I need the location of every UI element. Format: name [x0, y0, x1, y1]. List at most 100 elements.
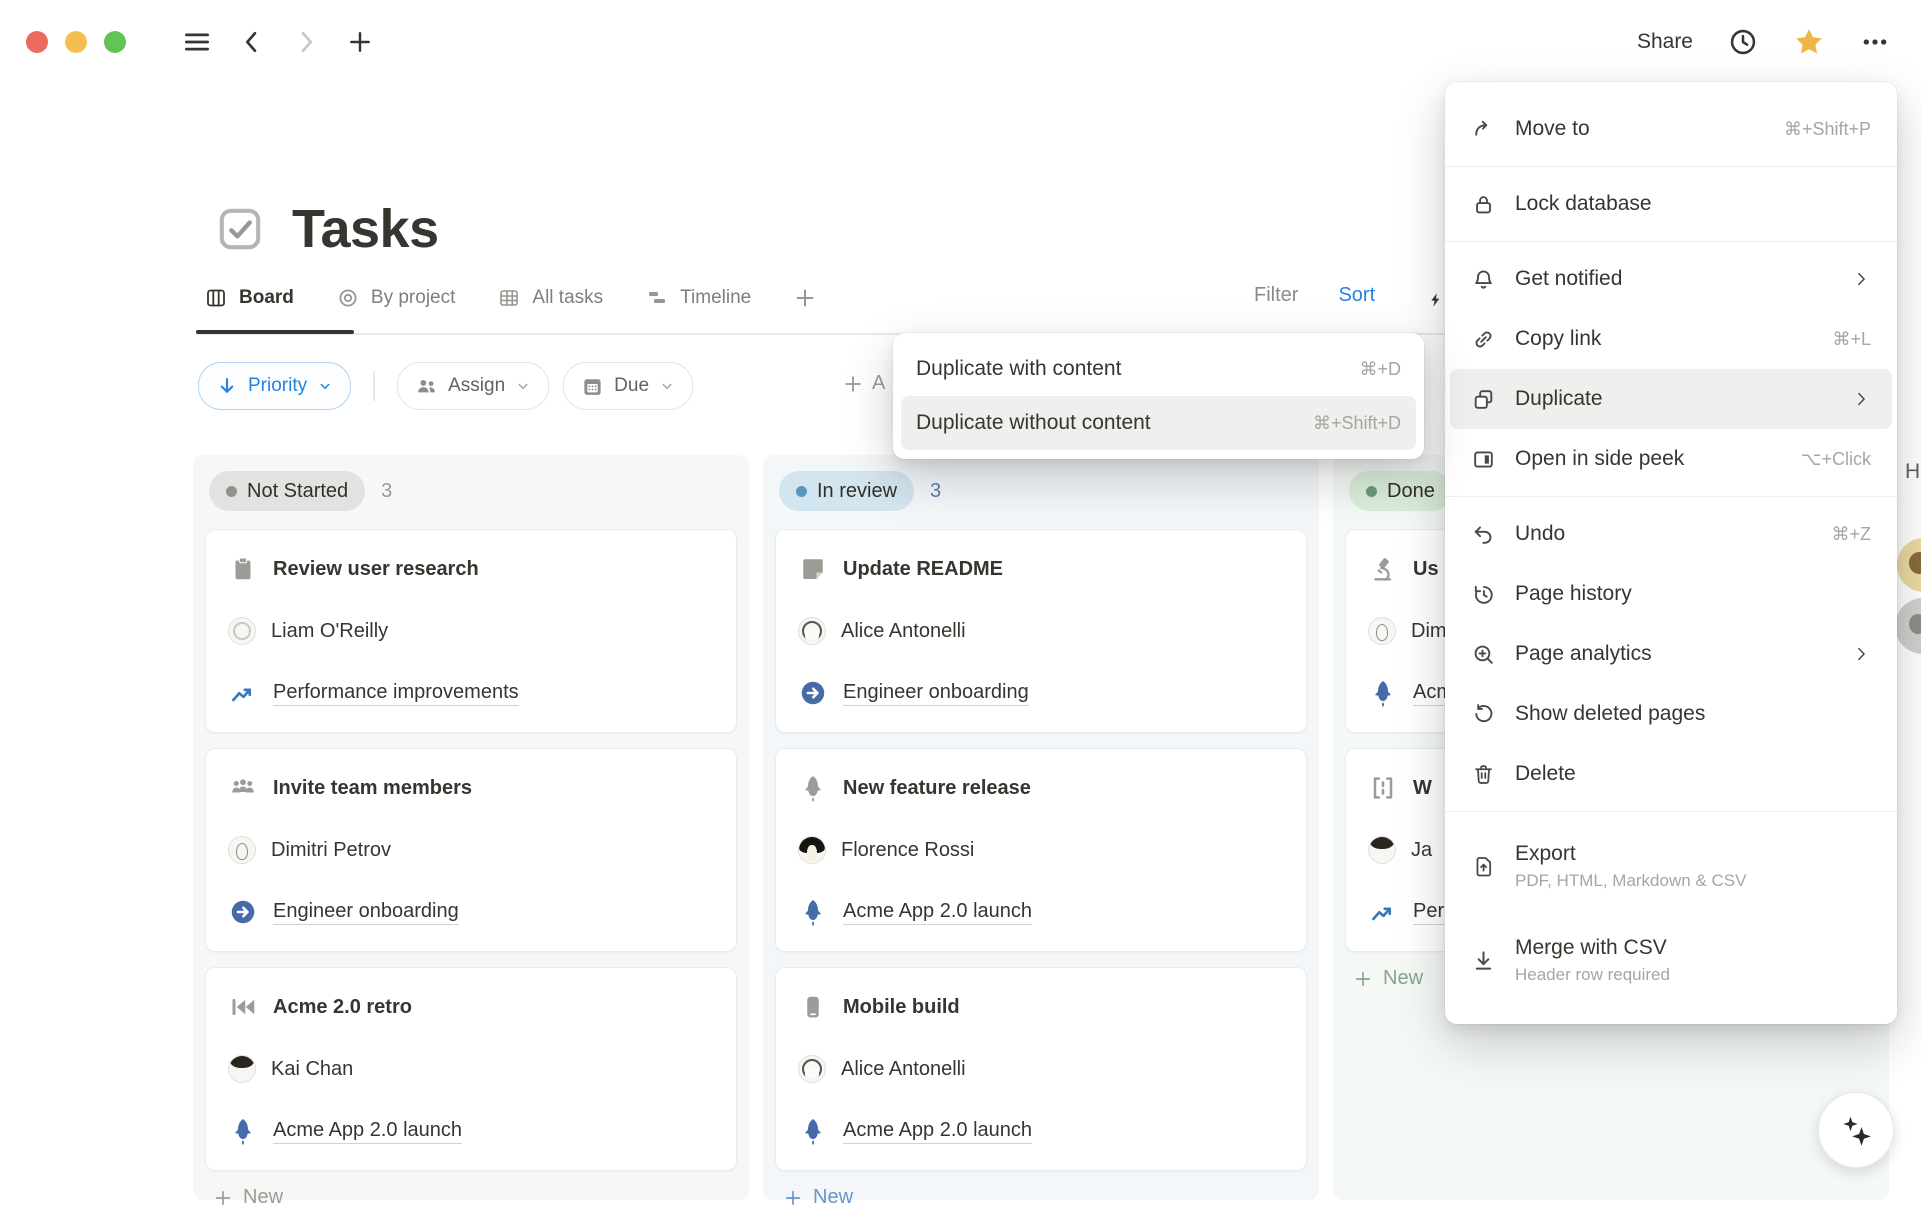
tab-all-tasks[interactable]: All tasks — [497, 286, 603, 310]
menu-item-text: Page history — [1515, 582, 1632, 606]
menu-item-page-history[interactable]: Page history — [1450, 564, 1892, 624]
new-tab-icon[interactable] — [346, 28, 374, 56]
menu-item-duplicate[interactable]: Duplicate — [1450, 369, 1892, 429]
card-link-row[interactable]: Engineer onboarding — [798, 678, 1284, 708]
menu-item-copy-link[interactable]: Copy link ⌘+L — [1450, 309, 1892, 369]
filter-button[interactable]: Filter — [1254, 284, 1298, 307]
add-filter-button[interactable]: A — [842, 372, 885, 395]
chip-due[interactable]: Due — [563, 362, 693, 410]
shortcut: ⌥+Click — [1801, 449, 1871, 470]
forward-icon[interactable] — [292, 28, 320, 56]
tab-by-project[interactable]: By project — [336, 286, 455, 310]
merge-icon — [1471, 948, 1496, 973]
new-card-button[interactable]: New — [783, 1186, 1307, 1209]
menu-item-merge-with-csv[interactable]: Merge with CSVHeader row required — [1450, 913, 1892, 1007]
calendar-icon — [580, 374, 605, 399]
database-context-menu: Move to⌘+Shift+P Lock database Get notifie… — [1445, 82, 1897, 1024]
more-options-icon[interactable] — [1859, 26, 1891, 58]
back-icon[interactable] — [238, 28, 266, 56]
avatar — [798, 1055, 826, 1083]
menu-item-text: Duplicate — [1515, 387, 1603, 411]
board-card[interactable]: Acme 2.0 retro Kai Chan Acme App 2.0 launc… — [205, 967, 737, 1171]
phone-icon — [798, 992, 828, 1022]
board-card[interactable]: Review user researchLiam O'ReillyPerform… — [205, 529, 737, 733]
minimize-window-button[interactable] — [65, 31, 87, 53]
toolbar-partial-icon[interactable] — [1428, 288, 1444, 312]
menu-item-right — [1851, 644, 1871, 664]
window-topbar: Share — [0, 12, 1921, 72]
menu-item-text: Open in side peek — [1515, 447, 1684, 471]
chevron-down-icon — [316, 377, 334, 395]
card-link-row[interactable]: Acme App 2.0 launch — [228, 1116, 714, 1146]
column-status-pill[interactable]: Not Started — [209, 471, 365, 511]
card-title-row: Review user research — [228, 554, 714, 584]
tab-timeline[interactable]: Timeline — [645, 286, 751, 310]
menu-section: Undo⌘+Z Page history Page analytics Show de… — [1445, 496, 1897, 811]
linked-page: Acme App 2.0 launch — [273, 1119, 462, 1144]
card-title-row: Acme 2.0 retro — [228, 992, 714, 1022]
column-status-pill[interactable]: In review — [779, 471, 914, 511]
linked-page: Per — [1413, 900, 1444, 925]
column-name: Done — [1387, 480, 1435, 503]
new-card-button[interactable]: New — [213, 1186, 737, 1209]
menu-item-open-in-side-peek[interactable]: Open in side peek ⌥+Click — [1450, 429, 1892, 489]
plus-icon — [793, 286, 817, 310]
menu-item-right — [1851, 389, 1871, 409]
linked-page: Performance improvements — [273, 681, 519, 706]
favorite-star-icon[interactable] — [1793, 26, 1825, 58]
menu-item-right: ⌘+L — [1832, 329, 1871, 350]
menu-item-get-notified[interactable]: Get notified — [1450, 249, 1892, 309]
chevron-right-icon — [1851, 269, 1871, 289]
menu-item-undo[interactable]: Undo⌘+Z — [1450, 504, 1892, 564]
chip-priority[interactable]: Priority — [198, 362, 351, 410]
ai-sparkle-button[interactable] — [1818, 1092, 1894, 1168]
restore-icon — [1471, 702, 1496, 727]
trash-icon — [1471, 762, 1496, 787]
sidebar-menu-icon[interactable] — [182, 27, 212, 57]
menu-item-right: ⌘+Shift+P — [1784, 119, 1871, 140]
menu-item-delete[interactable]: Delete — [1450, 744, 1892, 804]
menu-item-page-analytics[interactable]: Page analytics — [1450, 624, 1892, 684]
menu-item-label: Page analytics — [1515, 642, 1652, 666]
board-card[interactable]: New feature releaseFlorence RossiAcme Ap… — [775, 748, 1307, 952]
card-link-row[interactable]: Acme App 2.0 launch — [798, 897, 1284, 927]
board-card[interactable]: Update READMEAlice AntonelliEngineer onb… — [775, 529, 1307, 733]
linked-page: Acme App 2.0 launch — [843, 1119, 1032, 1144]
page-title[interactable]: Tasks — [292, 198, 439, 260]
menu-item-export[interactable]: ExportPDF, HTML, Markdown & CSV — [1450, 819, 1892, 913]
people-icon — [414, 374, 439, 399]
tab-board[interactable]: Board — [204, 286, 294, 310]
column-name: Not Started — [247, 480, 348, 503]
tab-label: Board — [239, 287, 294, 309]
board-card[interactable]: Mobile buildAlice AntonelliAcme App 2.0 … — [775, 967, 1307, 1171]
card-person-row: Alice Antonelli — [798, 617, 1284, 645]
table-icon — [497, 286, 521, 310]
column-status-pill[interactable]: Done — [1349, 471, 1452, 511]
submenu-item-duplicate-without-content[interactable]: Duplicate without content⌘+Shift+D — [901, 396, 1416, 450]
zoom-window-button[interactable] — [104, 31, 126, 53]
traffic-lights — [26, 31, 126, 53]
avatar — [798, 617, 826, 645]
menu-section: ExportPDF, HTML, Markdown & CSVMerge wit… — [1445, 811, 1897, 1014]
menu-item-lock-database[interactable]: Lock database — [1450, 174, 1892, 234]
sort-button[interactable]: Sort — [1338, 284, 1375, 307]
rocket-icon — [228, 1116, 258, 1146]
share-button[interactable]: Share — [1637, 30, 1693, 54]
card-link-row[interactable]: Engineer onboarding — [228, 897, 714, 927]
menu-item-move-to[interactable]: Move to⌘+Shift+P — [1450, 99, 1892, 159]
updates-clock-icon[interactable] — [1727, 26, 1759, 58]
board-card[interactable]: Invite team membersDimitri PetrovEnginee… — [205, 748, 737, 952]
card-link-row[interactable]: Acme App 2.0 launch — [798, 1116, 1284, 1146]
card-link-row[interactable]: Performance improvements — [228, 678, 714, 708]
sort-filter-chips: Priority Assign Due — [198, 362, 693, 410]
chip-assign[interactable]: Assign — [397, 362, 549, 410]
person-name: Kai Chan — [271, 1058, 353, 1081]
add-view-button[interactable] — [793, 286, 817, 310]
menu-item-text: Show deleted pages — [1515, 702, 1705, 726]
menu-item-text: Copy link — [1515, 327, 1601, 351]
submenu-item-duplicate-with-content[interactable]: Duplicate with content⌘+D — [901, 342, 1416, 396]
menu-item-show-deleted-pages[interactable]: Show deleted pages — [1450, 684, 1892, 744]
page-checkbox-icon[interactable] — [214, 203, 266, 255]
close-window-button[interactable] — [26, 31, 48, 53]
duplicate-submenu: Duplicate with content⌘+DDuplicate witho… — [893, 333, 1424, 459]
